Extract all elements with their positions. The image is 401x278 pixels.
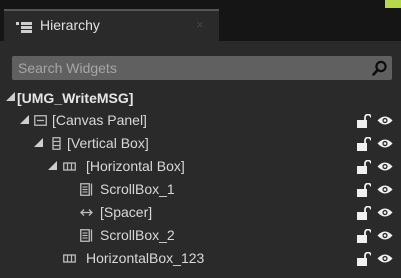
visibility-eye-icon[interactable] [377, 115, 393, 126]
unlocked-icon[interactable] [357, 206, 371, 220]
expanded-arrow-icon[interactable] [20, 115, 29, 124]
tree-item-label: [Vertical Box] [67, 135, 149, 151]
unlocked-icon[interactable] [357, 160, 371, 174]
tree-row[interactable]: ScrollBox_1 [0, 179, 401, 202]
search-icon[interactable] [372, 60, 388, 76]
corner-accent [385, 0, 401, 8]
tree-row[interactable]: [Vertical Box] [0, 133, 401, 156]
tree-item-label: ScrollBox_2 [100, 227, 175, 243]
search-box [12, 56, 392, 80]
unlocked-icon[interactable] [357, 229, 371, 243]
unlocked-icon[interactable] [357, 137, 371, 151]
tree-item-label: [Spacer] [100, 204, 153, 220]
vertical-box-icon [52, 137, 61, 150]
unlocked-icon[interactable] [357, 183, 371, 197]
expanded-arrow-icon[interactable] [48, 161, 57, 170]
visibility-eye-icon[interactable] [377, 184, 393, 195]
tab-title: Hierarchy [40, 17, 100, 33]
tab-bar: Hierarchy × [0, 0, 401, 41]
tree-row[interactable]: [Canvas Panel] [0, 110, 401, 133]
unlocked-icon[interactable] [357, 252, 371, 266]
tab-hierarchy[interactable]: Hierarchy × [4, 9, 219, 41]
tree-row[interactable]: ScrollBox_2 [0, 225, 401, 248]
tree-item-label: [Horizontal Box] [86, 158, 185, 174]
horizontal-box-icon [63, 254, 76, 263]
tree-row[interactable]: [Spacer] [0, 202, 401, 225]
canvas-panel-icon [34, 115, 47, 126]
visibility-eye-icon[interactable] [377, 138, 393, 149]
visibility-eye-icon[interactable] [377, 161, 393, 172]
visibility-eye-icon[interactable] [377, 253, 393, 264]
scrollbox-icon [80, 183, 93, 196]
tree-item-label: ScrollBox_1 [100, 181, 175, 197]
tree-row[interactable]: HorizontalBox_123 [0, 248, 401, 271]
scrollbox-icon [80, 229, 93, 242]
tree-row-root[interactable]: [UMG_WriteMSG] [0, 88, 401, 111]
tree-root-label: [UMG_WriteMSG] [17, 90, 134, 106]
tree-item-label: HorizontalBox_123 [86, 250, 205, 266]
search-input[interactable] [12, 56, 362, 80]
expanded-arrow-icon[interactable] [34, 138, 43, 147]
hierarchy-icon [16, 22, 32, 33]
visibility-eye-icon[interactable] [377, 207, 393, 218]
expanded-arrow-icon[interactable] [6, 92, 15, 101]
visibility-eye-icon[interactable] [377, 230, 393, 241]
horizontal-box-icon [63, 162, 76, 171]
close-icon[interactable]: × [196, 17, 204, 32]
tree-row[interactable]: [Horizontal Box] [0, 156, 401, 179]
tree-item-label: [Canvas Panel] [52, 112, 147, 128]
spacer-icon [80, 209, 93, 216]
unlocked-icon[interactable] [357, 114, 371, 128]
